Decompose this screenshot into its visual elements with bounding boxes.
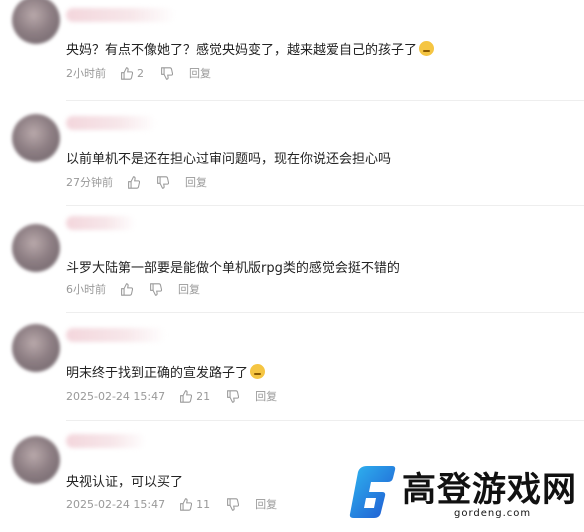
like-count: 2 (137, 66, 144, 80)
dislike-button[interactable] (226, 389, 240, 403)
comment-text-content: 斗罗大陆第一部要是能做个单机版rpg类的感觉会挺不错的 (66, 261, 400, 276)
like-count: 11 (196, 497, 211, 511)
comment-meta: 2025-02-24 15:47 11 回复 (66, 496, 277, 512)
laughing-face-emoji-icon (250, 364, 266, 379)
comment-text: 斗罗大陆第一部要是能做个单机版rpg类的感觉会挺不错的 (66, 257, 400, 276)
comment-meta: 6小时前 回复 (66, 281, 200, 297)
divider (66, 312, 584, 313)
like-button[interactable] (120, 282, 133, 296)
comment-item: 央妈？有点不像她了？感觉央妈变了，越来越爱自己的孩子了 2小时前 2 回复 (0, 0, 584, 108)
avatar[interactable] (12, 224, 60, 272)
username-blurred[interactable] (66, 116, 156, 130)
comment-item: 以前单机不是还在担心过审问题吗，现在你说还会担心吗 27分钟前 回复 (0, 104, 584, 212)
comment-text-content: 以前单机不是还在担心过审问题吗，现在你说还会担心吗 (66, 152, 392, 167)
thumbs-down-icon (161, 66, 173, 80)
thumbs-down-icon (150, 282, 162, 296)
thumbs-up-icon (180, 497, 193, 511)
like-button[interactable]: 2 (120, 67, 144, 80)
timestamp: 27分钟前 (66, 176, 113, 189)
avatar[interactable] (12, 114, 60, 162)
reply-button[interactable]: 回复 (255, 496, 277, 512)
reply-button[interactable]: 回复 (185, 174, 207, 190)
divider (66, 205, 584, 206)
reply-button[interactable]: 回复 (255, 388, 277, 404)
dislike-button[interactable] (160, 66, 173, 80)
comment-text-content: 央妈？有点不像她了？感觉央妈变了，越来越爱自己的孩子了 (66, 43, 418, 58)
username-blurred[interactable] (66, 216, 136, 230)
comment-text-content: 明末终于找到正确的宣发路子了 (66, 366, 249, 381)
avatar[interactable] (12, 0, 60, 44)
reply-button[interactable]: 回复 (189, 65, 211, 81)
site-watermark: 高登游戏网 gordeng.com (334, 460, 584, 524)
thumbs-up-icon (128, 175, 140, 189)
dislike-button[interactable] (226, 497, 240, 511)
timestamp: 6小时前 (66, 283, 106, 296)
timestamp: 2025-02-24 15:47 (66, 389, 166, 403)
comment-text: 以前单机不是还在担心过审问题吗，现在你说还会担心吗 (66, 148, 391, 167)
username-blurred[interactable] (66, 8, 176, 22)
comment-meta: 2025-02-24 15:47 21 回复 (66, 388, 277, 404)
comment-meta: 27分钟前 回复 (66, 174, 207, 190)
thumbs-down-icon (157, 175, 169, 189)
comment-text-content: 央视认证，可以买了 (66, 475, 184, 490)
thumbs-up-icon (180, 389, 193, 403)
comment-meta: 2小时前 2 回复 (66, 65, 211, 81)
dislike-button[interactable] (149, 282, 162, 296)
gordeng-logo-icon (349, 466, 396, 518)
avatar[interactable] (12, 324, 60, 372)
comment-item: 斗罗大陆第一部要是能做个单机版rpg类的感觉会挺不错的 6小时前 回复 (0, 210, 584, 318)
dog-face-emoji-icon (419, 41, 435, 56)
thumbs-up-icon (121, 282, 133, 296)
username-blurred[interactable] (66, 328, 166, 342)
timestamp: 2025-02-24 15:47 (66, 497, 166, 511)
avatar[interactable] (12, 436, 60, 484)
watermark-title: 高登游戏网 (402, 470, 577, 510)
timestamp: 2小时前 (66, 67, 106, 80)
dislike-button[interactable] (156, 175, 169, 189)
divider (66, 420, 584, 421)
reply-button[interactable]: 回复 (178, 281, 200, 297)
comment-text: 央妈？有点不像她了？感觉央妈变了，越来越爱自己的孩子了 (66, 39, 435, 58)
divider (66, 100, 584, 101)
like-button[interactable] (127, 175, 140, 189)
like-button[interactable]: 21 (179, 390, 210, 403)
like-count: 21 (196, 389, 211, 403)
username-blurred[interactable] (66, 434, 146, 448)
comment-text: 央视认证，可以买了 (66, 471, 183, 490)
comment-text: 明末终于找到正确的宣发路子了 (66, 362, 266, 381)
thumbs-down-icon (227, 389, 240, 403)
comment-item: 明末终于找到正确的宣发路子了 2025-02-24 15:47 21 回复 (0, 318, 584, 426)
thumbs-up-icon (121, 66, 133, 80)
like-button[interactable]: 11 (179, 498, 210, 511)
thumbs-down-icon (227, 497, 240, 511)
watermark-url: gordeng.com (454, 508, 532, 519)
